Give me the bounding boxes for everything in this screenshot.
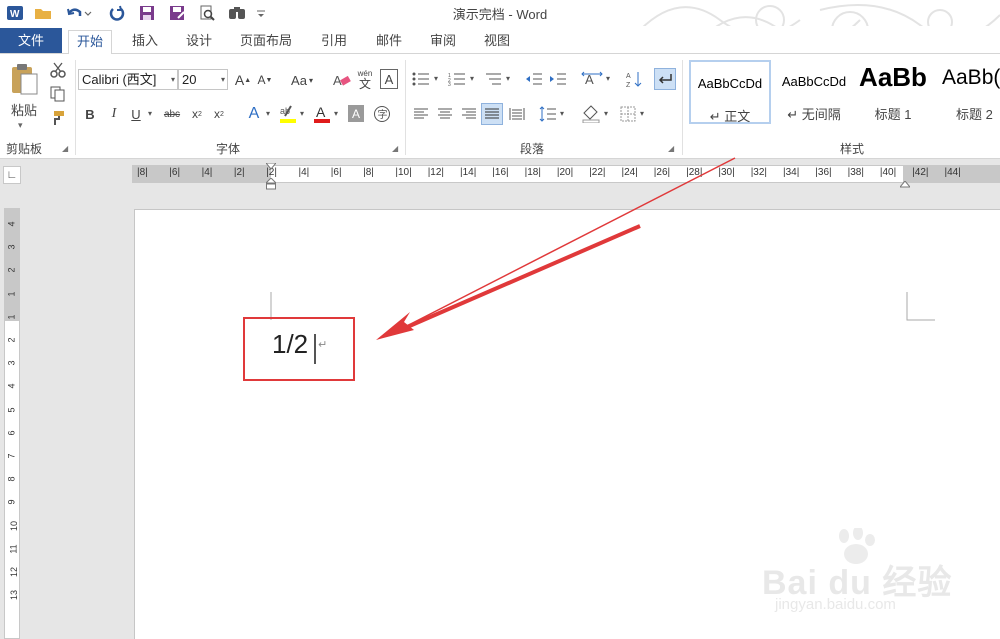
watermark-url: jingyan.baidu.com — [775, 596, 896, 613]
